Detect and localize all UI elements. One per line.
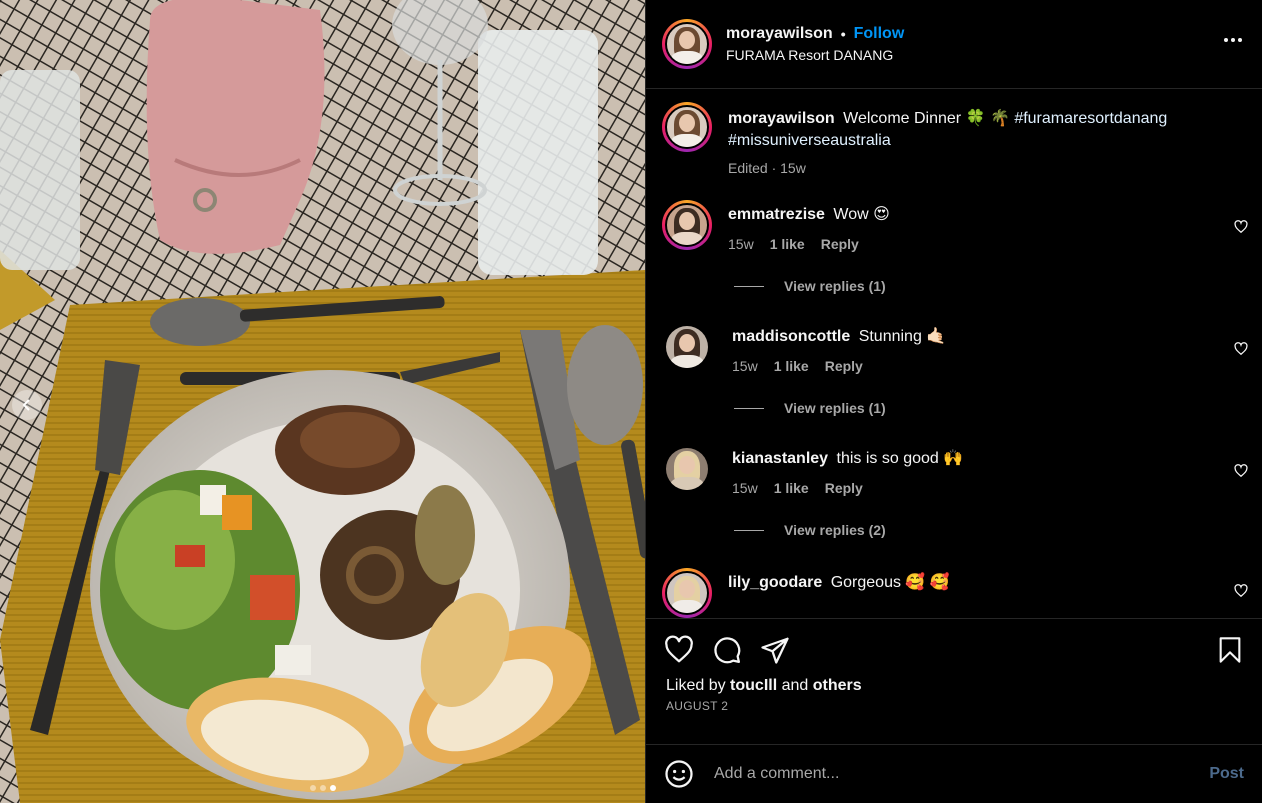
view-replies-button[interactable]: View replies (2) xyxy=(734,520,1262,540)
liked-by-prefix: Liked by xyxy=(666,677,726,694)
location-link[interactable]: FURAMA Resort DANANG xyxy=(726,47,904,63)
comment-username[interactable]: kianastanley xyxy=(732,450,828,467)
comment-input[interactable] xyxy=(714,765,1210,783)
comment-text: this is so good 🙌 xyxy=(836,450,964,467)
hashtag-link[interactable]: #furamaresortdanang xyxy=(1014,110,1167,127)
carousel-prev-button[interactable] xyxy=(12,390,42,420)
comment-text: Stunning 🤙🏻 xyxy=(858,328,947,345)
emoji-button[interactable] xyxy=(664,759,694,789)
avatar[interactable] xyxy=(662,19,712,69)
comment-likes[interactable]: 1 like xyxy=(774,480,809,496)
reply-button[interactable]: Reply xyxy=(825,358,863,374)
carousel-dot xyxy=(309,785,316,791)
comment-time[interactable]: 15w xyxy=(732,480,758,496)
follow-button[interactable]: Follow xyxy=(854,25,905,43)
avatar[interactable] xyxy=(662,200,712,250)
caption-username[interactable]: morayawilson xyxy=(728,110,835,127)
likes-summary: Liked by toucIll and others xyxy=(646,665,1262,695)
add-comment-bar: Post xyxy=(646,744,1262,803)
heart-icon xyxy=(665,635,693,663)
comment-time[interactable]: 15w xyxy=(728,236,754,252)
more-options-icon xyxy=(1224,38,1228,42)
liked-by-user[interactable]: toucIll xyxy=(730,677,777,694)
post-header: morayawilson • Follow FURAMA Resort DANA… xyxy=(646,0,1262,89)
comment-likes[interactable]: 1 like xyxy=(774,358,809,374)
comment-item: emmatrezise Wow 😍 15w 1 like Reply xyxy=(646,200,1262,252)
post-photo xyxy=(0,0,645,803)
comment-item: maddisoncottle Stunning 🤙🏻 15w 1 like Re… xyxy=(646,326,1262,374)
hashtag-link[interactable]: #missuniverseaustralia xyxy=(728,132,891,149)
comment-time[interactable]: 15w xyxy=(732,358,758,374)
save-button[interactable] xyxy=(1216,635,1244,665)
carousel-dot xyxy=(329,785,336,791)
comment-likes[interactable]: 1 like xyxy=(770,236,805,252)
bookmark-icon xyxy=(1219,637,1241,663)
reply-button[interactable]: Reply xyxy=(825,480,863,496)
liked-by-and: and xyxy=(781,677,809,694)
view-replies-button[interactable]: View replies (1) xyxy=(734,276,1262,296)
separator-dot: • xyxy=(840,26,846,42)
post-detail-panel: morayawilson • Follow FURAMA Resort DANA… xyxy=(645,0,1262,803)
share-button[interactable] xyxy=(760,635,790,665)
comment-like-icon[interactable] xyxy=(1234,584,1248,598)
avatar[interactable] xyxy=(666,448,708,490)
comment-username[interactable]: emmatrezise xyxy=(728,206,825,223)
comments-list[interactable]: morayawilson Welcome Dinner 🍀 🌴 #furamar… xyxy=(646,90,1262,618)
share-icon xyxy=(761,637,789,664)
emoji-icon xyxy=(665,760,693,788)
view-replies-button[interactable]: View replies (1) xyxy=(734,398,1262,418)
carousel-dot xyxy=(319,785,326,791)
avatar[interactable] xyxy=(666,326,708,368)
comment-item: kianastanley this is so good 🙌 15w 1 lik… xyxy=(646,448,1262,496)
caption-text: Welcome Dinner 🍀 🌴 xyxy=(843,110,1010,127)
comment-button[interactable] xyxy=(712,635,742,665)
post-date: AUGUST 2 xyxy=(666,699,729,713)
comment-item: lily_goodare Gorgeous 🥰 🥰 xyxy=(646,568,1262,618)
more-options-button[interactable] xyxy=(1222,32,1244,48)
carousel-indicator xyxy=(0,785,645,791)
liked-by-others[interactable]: others xyxy=(813,677,862,694)
food-photo xyxy=(0,0,645,803)
post-comment-button[interactable]: Post xyxy=(1209,765,1244,783)
view-replies-label: View replies (1) xyxy=(784,278,886,294)
chevron-left-icon xyxy=(22,399,30,411)
caption: morayawilson Welcome Dinner 🍀 🌴 #furamar… xyxy=(646,90,1262,176)
comment-text: Gorgeous 🥰 🥰 xyxy=(830,574,950,591)
comment-username[interactable]: lily_goodare xyxy=(728,574,822,591)
comment-like-icon[interactable] xyxy=(1234,220,1248,234)
view-replies-label: View replies (1) xyxy=(784,400,886,416)
comment-username[interactable]: maddisoncottle xyxy=(732,328,850,345)
edited-timestamp: Edited · 15w xyxy=(728,160,806,176)
avatar[interactable] xyxy=(662,102,712,152)
comment-like-icon[interactable] xyxy=(1234,342,1248,356)
comment-text: Wow 😍 xyxy=(833,206,890,223)
like-button[interactable] xyxy=(664,635,694,665)
post-actions: Liked by toucIll and others AUGUST 2 xyxy=(646,618,1262,744)
comment-like-icon[interactable] xyxy=(1234,464,1248,478)
avatar[interactable] xyxy=(662,568,712,618)
reply-button[interactable]: Reply xyxy=(821,236,859,252)
author-username[interactable]: morayawilson xyxy=(726,25,833,43)
view-replies-label: View replies (2) xyxy=(784,522,886,538)
comment-icon xyxy=(714,637,741,664)
